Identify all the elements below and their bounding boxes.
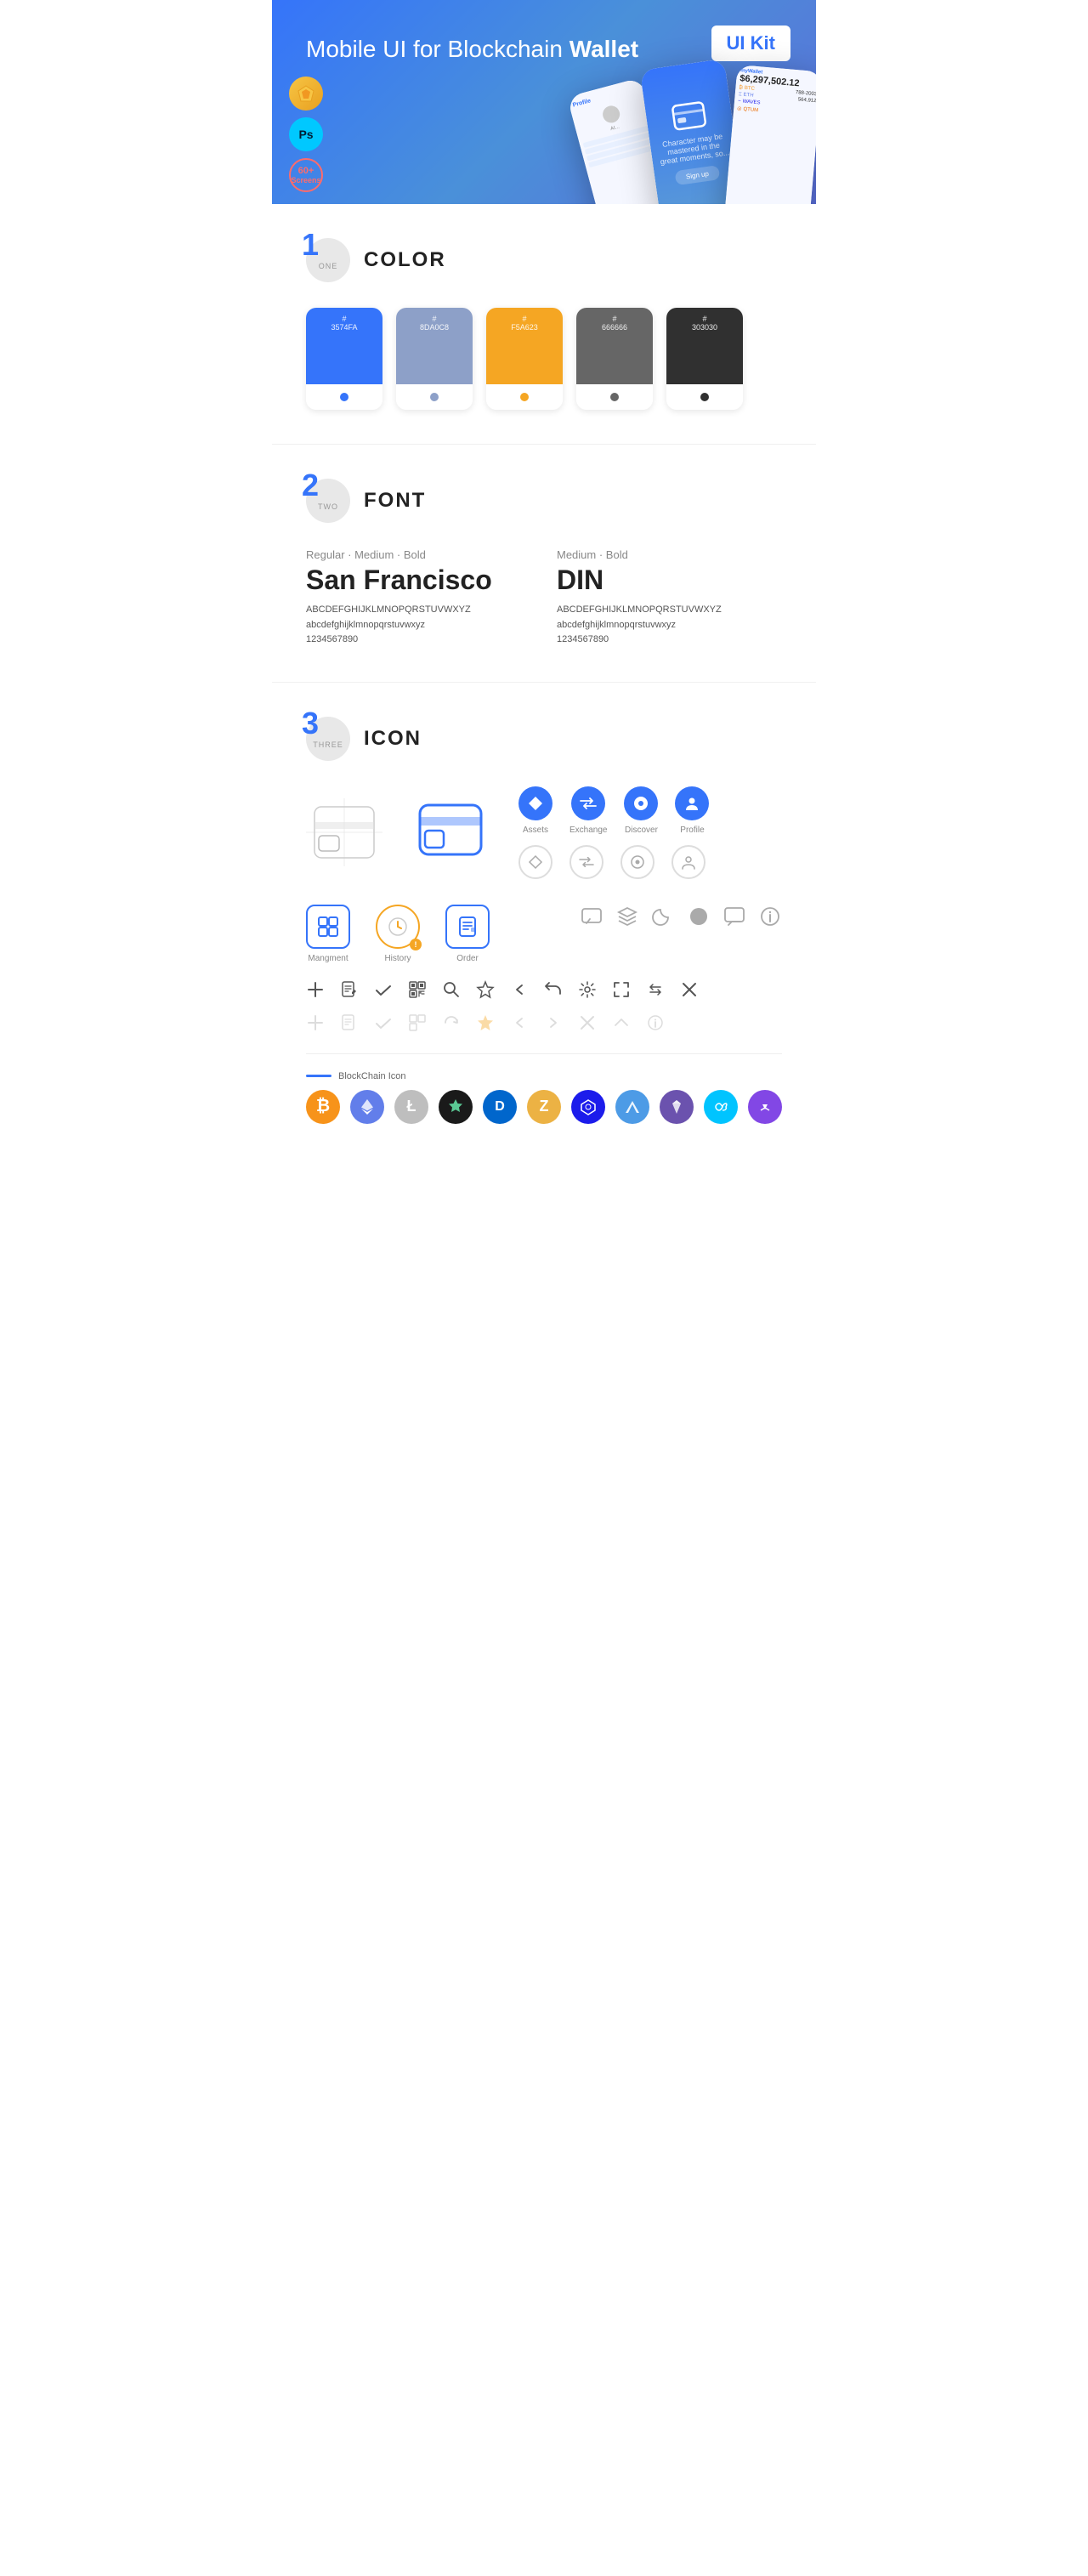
- icon-arrow-2: [612, 1013, 631, 1036]
- color-swatches-container: #3574FA #8DA0C8 #F5A623 #666666 #303030: [306, 308, 782, 410]
- icon-star-filled: [476, 1013, 495, 1036]
- nav-icons-group: Assets Exchange: [518, 786, 709, 879]
- hero-section: Mobile UI for Blockchain Wallet UI Kit P…: [272, 0, 816, 204]
- icon-profile-outline: [672, 845, 706, 879]
- blockchain-line: [306, 1075, 332, 1077]
- icon-chat: [580, 905, 604, 933]
- photoshop-badge: Ps: [289, 117, 323, 151]
- icon-circle-fill: [687, 905, 711, 933]
- icon-exchange: Exchange: [570, 786, 607, 835]
- icon-section: 3 THREE ICON: [272, 682, 816, 1158]
- font-sf: Regular · Medium · Bold San Francisco AB…: [306, 548, 531, 648]
- icon-plus-2: [306, 1013, 325, 1036]
- section-number-2: 2 TWO: [306, 479, 350, 523]
- icon-dash: D: [483, 1090, 517, 1124]
- sketch-badge: [289, 77, 323, 111]
- icon-order: Order: [445, 905, 490, 963]
- icon-doc-2: [340, 1013, 359, 1036]
- icon-poa: [704, 1090, 738, 1124]
- swatch-gray: #666666: [576, 308, 653, 410]
- swatch-bluegray: #8DA0C8: [396, 308, 473, 410]
- action-icons-row-2: [306, 1013, 782, 1036]
- swatch-orange: #F5A623: [486, 308, 563, 410]
- swatch-dark: #303030: [666, 308, 743, 410]
- section-number-3: 3 THREE: [306, 717, 350, 761]
- action-icons-row: [306, 980, 782, 1003]
- icon-network: [571, 1090, 605, 1124]
- section-number-1: 1 ONE: [306, 238, 350, 282]
- icon-assets: Assets: [518, 786, 552, 835]
- icon-plus: [306, 980, 325, 1003]
- icon-gem: [660, 1090, 694, 1124]
- icon-matic: [748, 1090, 782, 1124]
- icon-star: [476, 980, 495, 1003]
- icon-check-2: [374, 1013, 393, 1036]
- icon-history: ! History: [376, 905, 420, 963]
- icon-back-2: [510, 1013, 529, 1036]
- icon-profile: Profile: [675, 786, 709, 835]
- app-icons-row: Mangment ! History: [306, 905, 782, 963]
- hero-badges: Ps 60+ Screens: [289, 77, 323, 192]
- icon-discover-outline: [620, 845, 654, 879]
- icon-assets-outline: [518, 845, 552, 879]
- font-grid: Regular · Medium · Bold San Francisco AB…: [306, 548, 782, 648]
- icon-expand: [612, 980, 631, 1003]
- wallet-icon-wireframe: [306, 798, 382, 866]
- icon-back: [510, 980, 529, 1003]
- icon-swap: [646, 980, 665, 1003]
- icon-section-header: 3 THREE ICON: [306, 717, 782, 761]
- blockchain-label: BlockChain Icon: [306, 1071, 782, 1081]
- wallet-icon-filled: [416, 798, 484, 866]
- icon-search: [442, 980, 461, 1003]
- icon-moon: [651, 905, 675, 933]
- swatch-blue: #3574FA: [306, 308, 382, 410]
- icon-exchange-outline: [570, 845, 604, 879]
- icon-ethereum: [350, 1090, 384, 1124]
- icon-waves: [615, 1090, 649, 1124]
- icon-message-sq: [722, 905, 746, 933]
- phone-right: myWallet $6,297,502.12 ₿BTC788-2003 ΞETH…: [724, 65, 816, 204]
- screens-badge: 60+ Screens: [289, 158, 323, 192]
- icon-dark: [439, 1090, 473, 1124]
- font-section: 2 TWO FONT Regular · Medium · Bold San F…: [272, 444, 816, 682]
- icon-check: [374, 980, 393, 1003]
- icon-qr-2: [408, 1013, 427, 1036]
- icon-litecoin: Ł: [394, 1090, 428, 1124]
- icon-forward-2: [544, 1013, 563, 1036]
- icon-close: [680, 980, 699, 1003]
- font-din: Medium · Bold DIN ABCDEFGHIJKLMNOPQRSTUV…: [557, 548, 782, 648]
- icon-x-2: [578, 1013, 597, 1036]
- color-section-header: 1 ONE COLOR: [306, 238, 782, 282]
- icon-share: [544, 980, 563, 1003]
- icon-refresh-2: [442, 1013, 461, 1036]
- icon-layers: [615, 905, 639, 933]
- icon-settings: [578, 980, 597, 1003]
- icon-bitcoin: ₿: [306, 1090, 340, 1124]
- icon-info: [758, 905, 782, 933]
- icon-management: Mangment: [306, 905, 350, 963]
- phone-mockups: Profile AI... Character may be mastere: [459, 34, 816, 204]
- icon-info-2: [646, 1013, 665, 1036]
- color-section: 1 ONE COLOR #3574FA #8DA0C8 #F5A623 #666…: [272, 204, 816, 444]
- divider: [306, 1053, 782, 1054]
- icon-doc-edit: [340, 980, 359, 1003]
- misc-icons-row: [580, 905, 782, 933]
- icon-zcash: Z: [527, 1090, 561, 1124]
- blockchain-icons-row: ₿ Ł D Z: [306, 1090, 782, 1124]
- icon-main-row: Assets Exchange: [306, 786, 782, 879]
- icon-qr: [408, 980, 427, 1003]
- font-section-header: 2 TWO FONT: [306, 479, 782, 523]
- icon-discover: Discover: [624, 786, 658, 835]
